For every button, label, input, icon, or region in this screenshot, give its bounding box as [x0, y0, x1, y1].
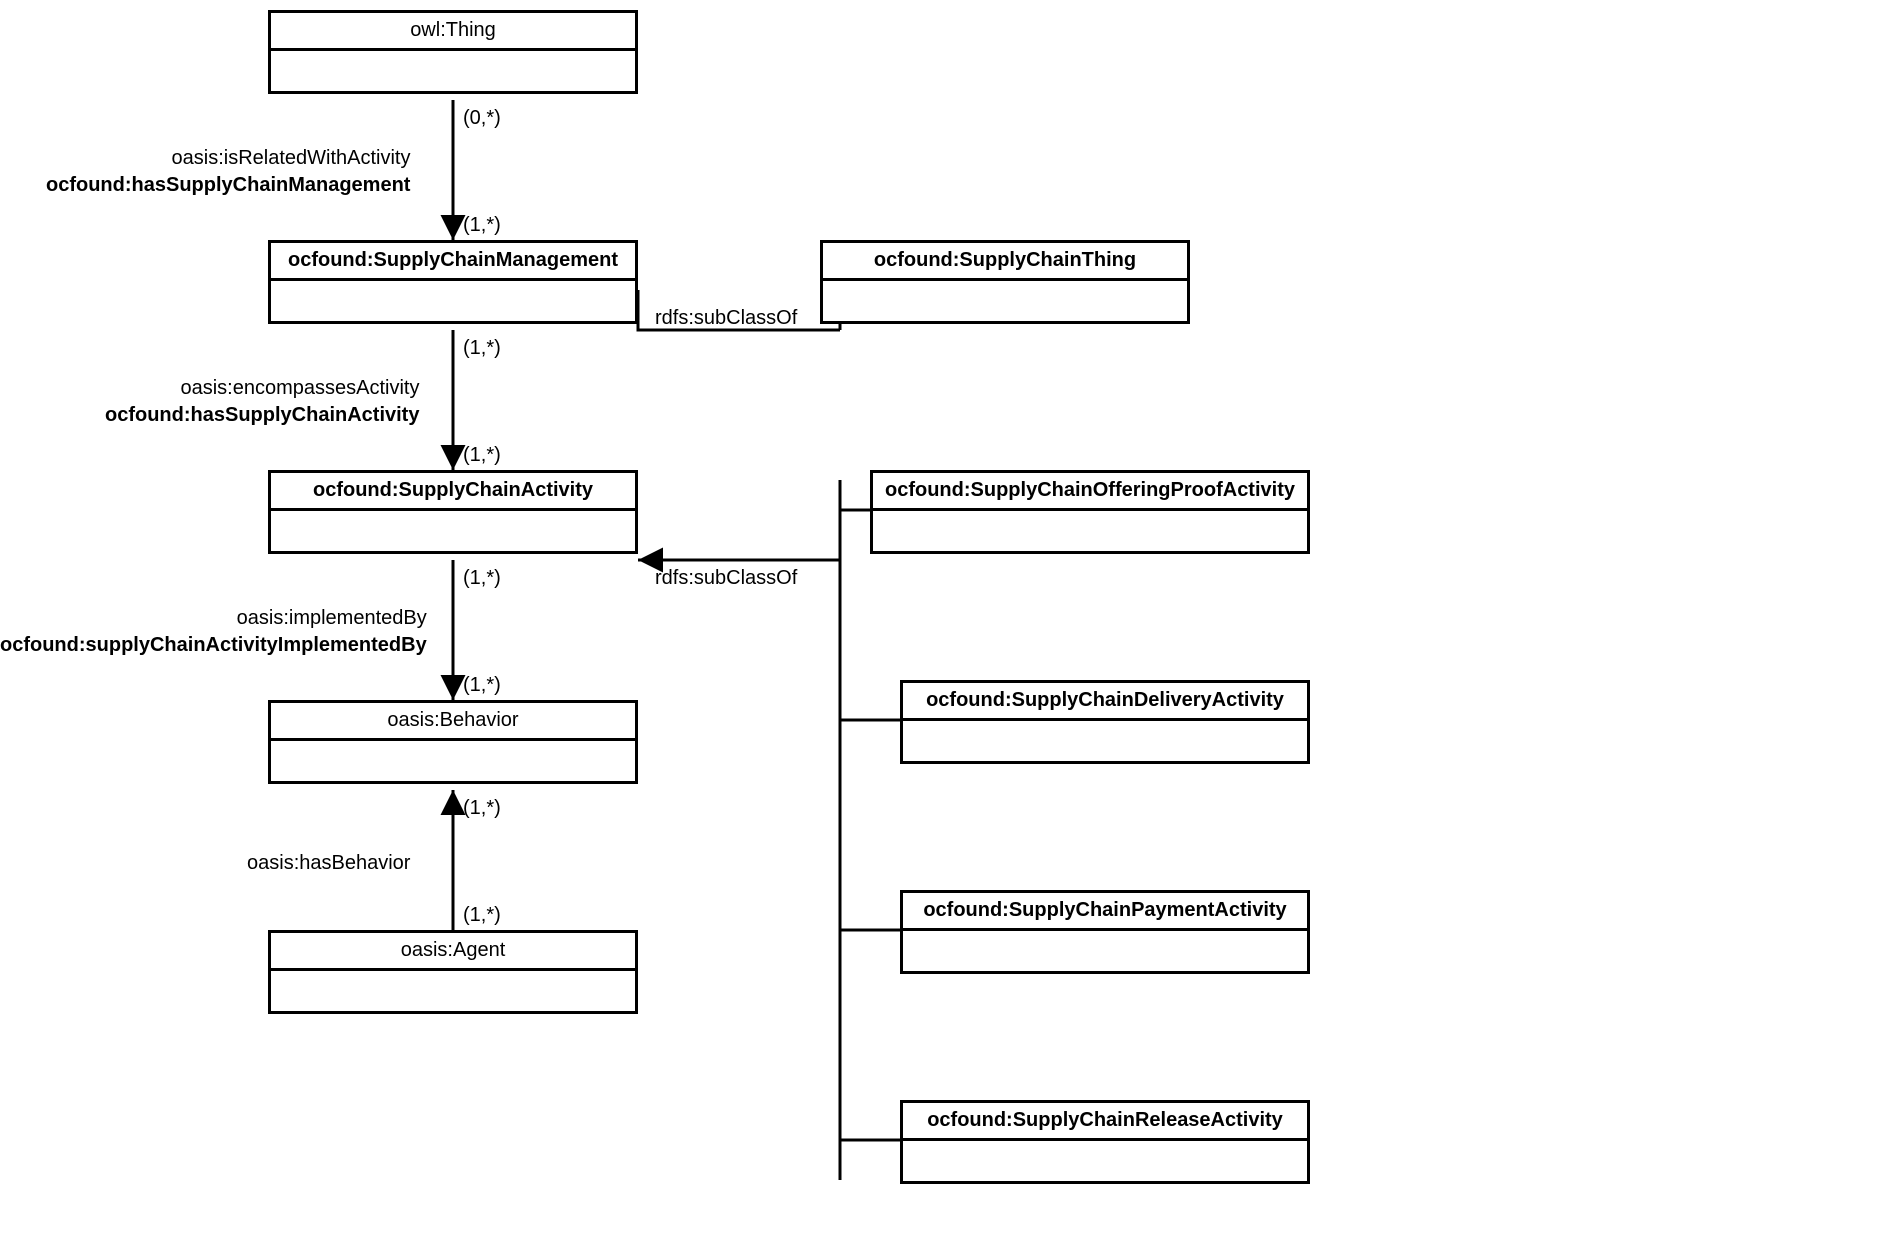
class-scpa: ocfound:SupplyChainPaymentActivity: [900, 890, 1310, 974]
class-title: oasis:Agent: [271, 933, 635, 971]
class-body: [823, 281, 1187, 321]
class-title: ocfound:SupplyChainDeliveryActivity: [903, 683, 1307, 721]
class-body: [903, 721, 1307, 761]
label-sca-beh-line1: oasis:implementedBy: [0, 605, 427, 632]
card-sca-beh-top: (1,*): [463, 565, 501, 592]
label-scm-sca-line2: ocfound:hasSupplyChainActivity: [105, 402, 419, 429]
diagram-canvas: owl:Thing ocfound:SupplyChainManagement …: [0, 0, 1887, 1255]
card-thing-scm-bottom: (1,*): [463, 212, 501, 239]
card-scm-sca-top: (1,*): [463, 335, 501, 362]
label-thing-scm: oasis:isRelatedWithActivity ocfound:hasS…: [46, 145, 410, 199]
class-agent: oasis:Agent: [268, 930, 638, 1014]
class-scopa: ocfound:SupplyChainOfferingProofActivity: [870, 470, 1310, 554]
label-thing-scm-line1: oasis:isRelatedWithActivity: [46, 145, 410, 172]
class-body: [271, 741, 635, 781]
class-title: ocfound:SupplyChainOfferingProofActivity: [873, 473, 1307, 511]
class-scda: ocfound:SupplyChainDeliveryActivity: [900, 680, 1310, 764]
label-sca-subclasses: rdfs:subClassOf: [655, 565, 797, 592]
label-scm-sca: oasis:encompassesActivity ocfound:hasSup…: [105, 375, 419, 429]
class-body: [271, 51, 635, 91]
card-sca-beh-bottom: (1,*): [463, 672, 501, 699]
class-title: ocfound:SupplyChainPaymentActivity: [903, 893, 1307, 931]
class-supplychainactivity: ocfound:SupplyChainActivity: [268, 470, 638, 554]
label-scm-sct: rdfs:subClassOf: [655, 305, 797, 332]
card-thing-scm-top: (0,*): [463, 105, 501, 132]
class-supplychainthing: ocfound:SupplyChainThing: [820, 240, 1190, 324]
label-sca-beh-line2: ocfound:supplyChainActivityImplementedBy: [0, 632, 427, 659]
label-thing-scm-line2: ocfound:hasSupplyChainManagement: [46, 172, 410, 199]
card-scm-sca-bottom: (1,*): [463, 442, 501, 469]
class-body: [903, 1141, 1307, 1181]
class-body: [271, 281, 635, 321]
class-title: ocfound:SupplyChainThing: [823, 243, 1187, 281]
class-supplychainmanagement: ocfound:SupplyChainManagement: [268, 240, 638, 324]
class-scra: ocfound:SupplyChainReleaseActivity: [900, 1100, 1310, 1184]
label-scm-sca-line1: oasis:encompassesActivity: [105, 375, 419, 402]
card-agent-beh-bottom: (1,*): [463, 902, 501, 929]
class-title: ocfound:SupplyChainManagement: [271, 243, 635, 281]
card-agent-beh-top: (1,*): [463, 795, 501, 822]
class-body: [903, 931, 1307, 971]
class-body: [873, 511, 1307, 551]
class-title: oasis:Behavior: [271, 703, 635, 741]
label-agent-beh: oasis:hasBehavior: [247, 850, 410, 877]
class-behavior: oasis:Behavior: [268, 700, 638, 784]
class-title: owl:Thing: [271, 13, 635, 51]
class-owl-thing: owl:Thing: [268, 10, 638, 94]
class-title: ocfound:SupplyChainReleaseActivity: [903, 1103, 1307, 1141]
class-title: ocfound:SupplyChainActivity: [271, 473, 635, 511]
class-body: [271, 511, 635, 551]
label-sca-beh: oasis:implementedBy ocfound:supplyChainA…: [0, 605, 427, 659]
class-body: [271, 971, 635, 1011]
